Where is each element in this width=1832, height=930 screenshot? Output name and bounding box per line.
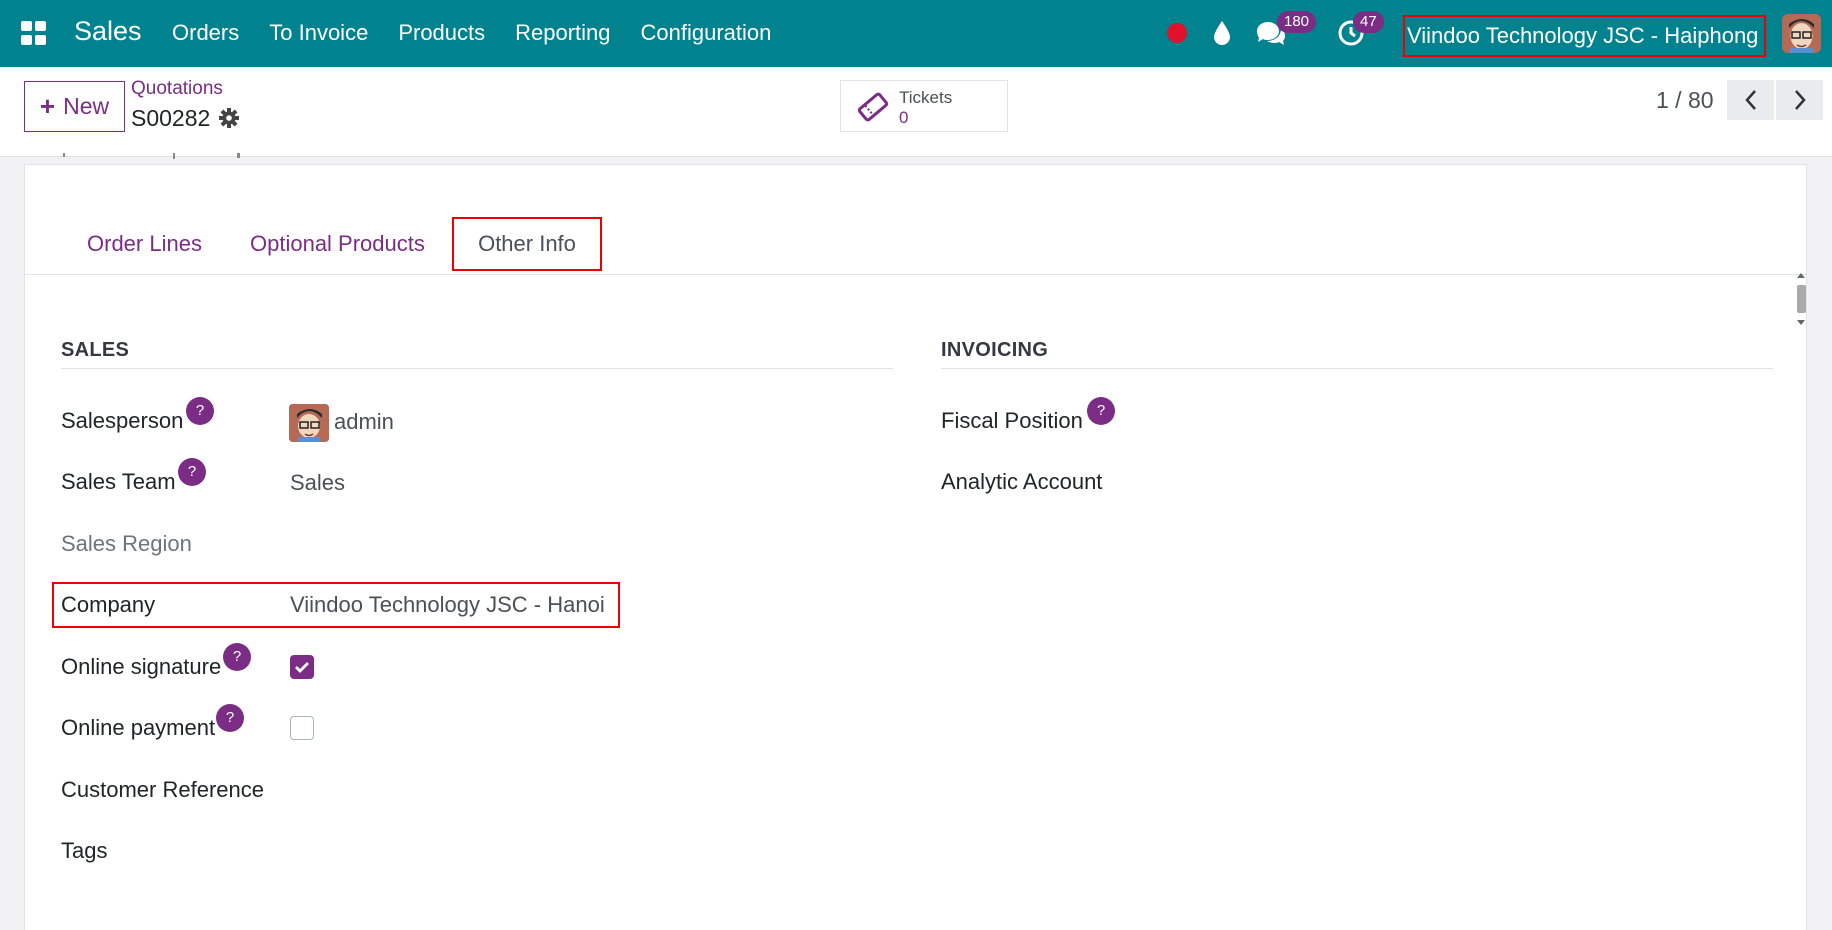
tickets-count: 0 bbox=[899, 108, 909, 127]
gear-icon[interactable] bbox=[219, 108, 239, 133]
scrollbar[interactable] bbox=[1795, 271, 1807, 327]
online-signature-label: Online signature bbox=[61, 654, 222, 679]
tab-other-info[interactable]: Other Info bbox=[452, 217, 602, 271]
divider bbox=[941, 368, 1773, 369]
activities-count-badge: 47 bbox=[1353, 11, 1384, 33]
salesperson-help-icon[interactable]: ? bbox=[186, 397, 214, 425]
online-payment-help-icon[interactable]: ? bbox=[216, 704, 244, 732]
apps-menu-icon[interactable] bbox=[21, 21, 47, 45]
sales-region-label: Sales Region bbox=[61, 531, 192, 556]
sales-team-label: Sales Team bbox=[61, 469, 176, 494]
section-title-sales: SALES bbox=[61, 339, 130, 361]
fiscal-position-help-icon[interactable]: ? bbox=[1087, 397, 1115, 425]
menu-products[interactable]: Products bbox=[398, 20, 485, 46]
breadcrumb[interactable]: Quotations bbox=[131, 78, 223, 100]
tickets-label: Tickets bbox=[899, 88, 953, 107]
online-signature-checkbox[interactable] bbox=[290, 655, 314, 679]
top-navbar: Sales Orders To Invoice Products Reporti… bbox=[0, 0, 1832, 67]
notebook-tabs: Order Lines Optional Products Other Info bbox=[25, 217, 1806, 325]
pager-next-button[interactable] bbox=[1776, 80, 1823, 120]
tickets-smart-button[interactable]: Tickets 0 bbox=[840, 80, 1008, 132]
avatar[interactable] bbox=[1782, 14, 1821, 53]
fiscal-position-label: Fiscal Position bbox=[941, 408, 1083, 433]
company-value[interactable]: Viindoo Technology JSC - Hanoi bbox=[290, 592, 605, 618]
plus-icon: + bbox=[39, 91, 56, 121]
pager-value[interactable]: 1 / 80 bbox=[1656, 87, 1714, 114]
menu-to-invoice[interactable]: To Invoice bbox=[269, 20, 368, 46]
sales-team-value[interactable]: Sales bbox=[290, 470, 345, 496]
online-signature-help-icon[interactable]: ? bbox=[223, 643, 251, 671]
app-name[interactable]: Sales bbox=[74, 16, 142, 47]
company-switcher[interactable]: Viindoo Technology JSC - Haiphong bbox=[1403, 15, 1766, 57]
messages-count-badge: 180 bbox=[1277, 11, 1317, 33]
new-button[interactable]: + New bbox=[24, 81, 125, 132]
online-payment-checkbox[interactable] bbox=[290, 716, 314, 740]
menu-reporting[interactable]: Reporting bbox=[515, 20, 610, 46]
menu-orders[interactable]: Orders bbox=[172, 20, 239, 46]
main-menu: Orders To Invoice Products Reporting Con… bbox=[172, 20, 801, 46]
sales-team-help-icon[interactable]: ? bbox=[178, 458, 206, 486]
form-sheet: Order Lines Optional Products Other Info… bbox=[24, 153, 1807, 930]
cut-off-field-row bbox=[53, 151, 253, 171]
record-name: S00282 bbox=[131, 105, 211, 131]
company-label: Company bbox=[61, 592, 156, 617]
check-icon bbox=[295, 662, 309, 673]
divider bbox=[61, 368, 893, 369]
salesperson-label: Salesperson bbox=[61, 408, 184, 433]
new-button-label: New bbox=[63, 93, 110, 119]
salesperson-value[interactable]: admin bbox=[334, 409, 394, 435]
chevron-right-icon bbox=[1794, 90, 1806, 110]
section-title-invoicing: INVOICING bbox=[941, 339, 1049, 361]
analytic-account-label: Analytic Account bbox=[941, 469, 1103, 494]
ticket-icon bbox=[856, 91, 890, 128]
menu-configuration[interactable]: Configuration bbox=[641, 20, 772, 46]
tags-label: Tags bbox=[61, 838, 108, 863]
customer-reference-label: Customer Reference bbox=[61, 777, 264, 802]
control-panel: + New Quotations S00282 Tickets 0 1 / 80 bbox=[0, 67, 1832, 157]
tab-optional-products[interactable]: Optional Products bbox=[250, 217, 425, 271]
salesperson-avatar bbox=[289, 404, 329, 442]
record-dot-icon[interactable] bbox=[1167, 23, 1187, 43]
online-payment-label: Online payment bbox=[61, 715, 216, 740]
pager-previous-button[interactable] bbox=[1727, 80, 1774, 120]
tab-order-lines[interactable]: Order Lines bbox=[87, 217, 202, 271]
drop-icon[interactable] bbox=[1212, 20, 1232, 51]
chevron-left-icon bbox=[1744, 90, 1756, 110]
